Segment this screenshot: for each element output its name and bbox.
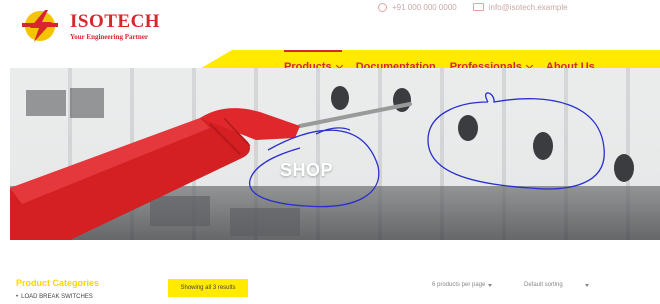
category-item[interactable]: LOAD BREAK SWITCHES	[16, 294, 93, 300]
sorting-value: Default sorting	[524, 282, 563, 288]
phone-text: +91 000 000 0000	[392, 2, 457, 12]
hero-illustration	[10, 86, 634, 240]
hero-title: SHOP	[280, 160, 334, 180]
product-categories-title: Product Categories	[16, 278, 100, 288]
per-page-select[interactable]: 6 products per page	[432, 282, 493, 288]
phone-contact[interactable]: +91 000 000 0000	[378, 2, 457, 12]
site-logo[interactable]: ISOTECH Your Engineering Partner	[20, 8, 160, 44]
email-contact[interactable]: info@isotech.example	[472, 2, 568, 12]
hero-banner: SHOP	[10, 68, 660, 240]
mail-icon	[472, 3, 484, 11]
phone-icon	[378, 2, 387, 12]
header-contact: +91 000 000 0000 info@isotech.example	[378, 0, 568, 14]
email-text: info@isotech.example	[488, 2, 568, 12]
brand-tagline: Your Engineering Partner	[70, 32, 149, 41]
site-header: ISOTECH Your Engineering Partner +91 000…	[0, 0, 660, 50]
logo-bolt-icon	[20, 8, 64, 44]
sorting-select[interactable]: Default sorting	[524, 282, 589, 288]
caret-down-icon	[488, 283, 493, 287]
category-list: LOAD BREAK SWITCHES	[16, 294, 93, 300]
per-page-value: 6 products per page	[432, 282, 486, 288]
brand-name: ISOTECH	[70, 10, 161, 32]
results-count: Showing all 3 results	[168, 279, 248, 297]
caret-down-icon	[584, 283, 589, 287]
